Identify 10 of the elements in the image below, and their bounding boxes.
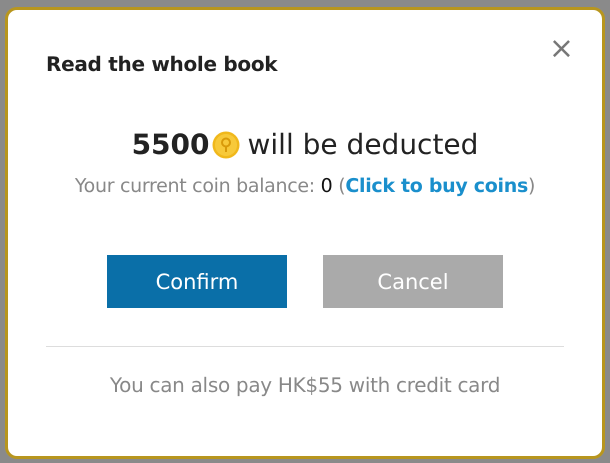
credit-card-note: You can also pay HK$55 with credit card <box>108 373 502 397</box>
dialog-title: Read the whole book <box>46 52 278 76</box>
balance-text: Your current coin balance: 0 (Click to buy coins) <box>74 175 536 197</box>
close-button[interactable]: × <box>548 34 574 64</box>
buy-coins-link[interactable]: Click to buy coins <box>345 175 528 197</box>
coin-icon <box>212 130 240 158</box>
coin-amount: 5500 <box>132 128 210 161</box>
deduction-text: will be deducted <box>248 128 478 161</box>
confirm-button[interactable]: Confirm <box>107 255 287 308</box>
cancel-button[interactable]: Cancel <box>323 255 503 308</box>
